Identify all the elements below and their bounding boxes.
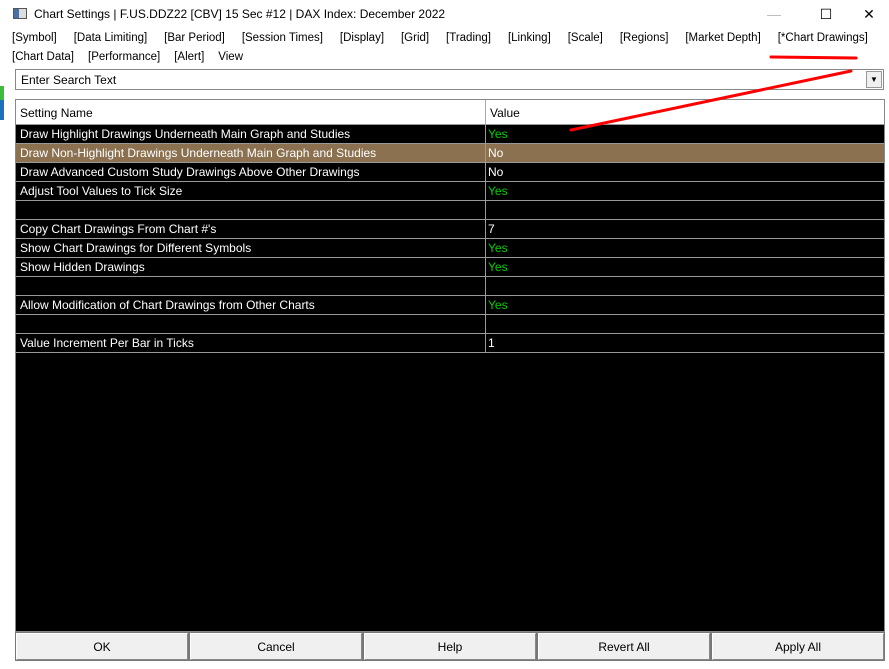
minimize-button[interactable]: — xyxy=(754,0,794,28)
menu-tab[interactable]: [Market Depth] xyxy=(685,32,760,44)
setting-value[interactable]: No xyxy=(486,163,503,181)
setting-name: Draw Non-Highlight Drawings Underneath M… xyxy=(16,144,486,162)
table-row[interactable]: Allow Modification of Chart Drawings fro… xyxy=(16,296,884,315)
menu-tab[interactable]: [Linking] xyxy=(508,32,551,44)
setting-name: Copy Chart Drawings From Chart #'s xyxy=(16,220,486,238)
menu-tab[interactable]: [Bar Period] xyxy=(164,32,225,44)
window-title: Chart Settings | F.US.DDZ22 [CBV] 15 Sec… xyxy=(34,7,446,21)
setting-name: Value Increment Per Bar in Ticks xyxy=(16,334,486,352)
menu-tab[interactable]: [Symbol] xyxy=(12,32,57,44)
table-row[interactable]: Show Hidden Drawings Yes xyxy=(16,258,884,277)
title-bar: Chart Settings | F.US.DDZ22 [CBV] 15 Sec… xyxy=(0,0,889,28)
menu-row-1: [Symbol] [Data Limiting] [Bar Period] [Sess… xyxy=(12,32,868,44)
chevron-down-icon[interactable]: ▼ xyxy=(866,71,882,88)
table-row[interactable]: Value Increment Per Bar in Ticks 1 xyxy=(16,334,884,353)
menu-tab[interactable]: [Display] xyxy=(340,32,384,44)
menu-tab[interactable]: [Session Times] xyxy=(242,32,323,44)
search-input[interactable] xyxy=(16,70,861,89)
menu-tab[interactable]: [Data Limiting] xyxy=(74,32,148,44)
setting-value[interactable] xyxy=(486,201,488,219)
column-header-value[interactable]: Value xyxy=(486,100,524,124)
menu-tab[interactable]: [*Chart Drawings] xyxy=(778,32,868,44)
menu-tab[interactable]: [Trading] xyxy=(446,32,491,44)
menu-tab[interactable]: [Grid] xyxy=(401,32,429,44)
table-row[interactable] xyxy=(16,201,884,220)
setting-value[interactable]: Yes xyxy=(486,296,508,314)
cancel-button[interactable]: Cancel xyxy=(190,633,362,660)
close-button[interactable]: ✕ xyxy=(849,0,889,28)
setting-value[interactable]: Yes xyxy=(486,125,508,143)
menu-tab[interactable]: [Regions] xyxy=(620,32,669,44)
setting-value[interactable]: Yes xyxy=(486,182,508,200)
menu-tab[interactable]: [Performance] xyxy=(88,51,160,63)
setting-name: Adjust Tool Values to Tick Size xyxy=(16,182,486,200)
table-row[interactable]: Draw Highlight Drawings Underneath Main … xyxy=(16,125,884,144)
setting-value[interactable] xyxy=(486,277,488,295)
setting-name: Draw Highlight Drawings Underneath Main … xyxy=(16,125,486,143)
table-row[interactable] xyxy=(16,277,884,296)
menu-tab[interactable]: [Alert] xyxy=(174,51,204,63)
setting-value[interactable]: Yes xyxy=(486,258,508,276)
table-row[interactable]: Draw Advanced Custom Study Drawings Abov… xyxy=(16,163,884,182)
table-row[interactable]: Draw Non-Highlight Drawings Underneath M… xyxy=(16,144,884,163)
setting-name: Show Hidden Drawings xyxy=(16,258,486,276)
setting-name: Draw Advanced Custom Study Drawings Abov… xyxy=(16,163,486,181)
maximize-button[interactable]: ☐ xyxy=(806,0,846,28)
help-button[interactable]: Help xyxy=(364,633,536,660)
table-row[interactable] xyxy=(16,315,884,334)
search-box[interactable]: ▼ xyxy=(15,69,884,90)
table-row[interactable]: Copy Chart Drawings From Chart #'s 7 xyxy=(16,220,884,239)
menu-tab[interactable]: [Scale] xyxy=(568,32,603,44)
setting-name: Allow Modification of Chart Drawings fro… xyxy=(16,296,486,314)
table-row[interactable]: Adjust Tool Values to Tick Size Yes xyxy=(16,182,884,201)
column-header-setting-name[interactable]: Setting Name xyxy=(16,100,486,124)
setting-value[interactable] xyxy=(486,315,488,333)
grid-header: Setting Name Value xyxy=(16,100,884,125)
setting-name xyxy=(16,201,486,219)
background-app-strip xyxy=(0,86,4,100)
button-bar: OK Cancel Help Revert All Apply All xyxy=(15,632,885,661)
background-app-strip xyxy=(0,100,4,120)
setting-value[interactable]: No xyxy=(486,144,503,162)
menu-row-2: [Chart Data] [Performance] [Alert] View xyxy=(12,51,868,63)
ok-button[interactable]: OK xyxy=(16,633,188,660)
setting-value[interactable]: Yes xyxy=(486,239,508,257)
menu-tab[interactable]: View xyxy=(218,51,243,63)
setting-value[interactable]: 1 xyxy=(486,334,495,352)
setting-value[interactable]: 7 xyxy=(486,220,495,238)
app-icon xyxy=(13,8,27,19)
apply-all-button[interactable]: Apply All xyxy=(712,633,884,660)
setting-name xyxy=(16,277,486,295)
setting-name: Show Chart Drawings for Different Symbol… xyxy=(16,239,486,257)
menu-tab[interactable]: [Chart Data] xyxy=(12,51,74,63)
settings-grid: Setting Name Value Draw Highlight Drawin… xyxy=(15,99,885,632)
setting-name xyxy=(16,315,486,333)
revert-all-button[interactable]: Revert All xyxy=(538,633,710,660)
table-row[interactable]: Show Chart Drawings for Different Symbol… xyxy=(16,239,884,258)
